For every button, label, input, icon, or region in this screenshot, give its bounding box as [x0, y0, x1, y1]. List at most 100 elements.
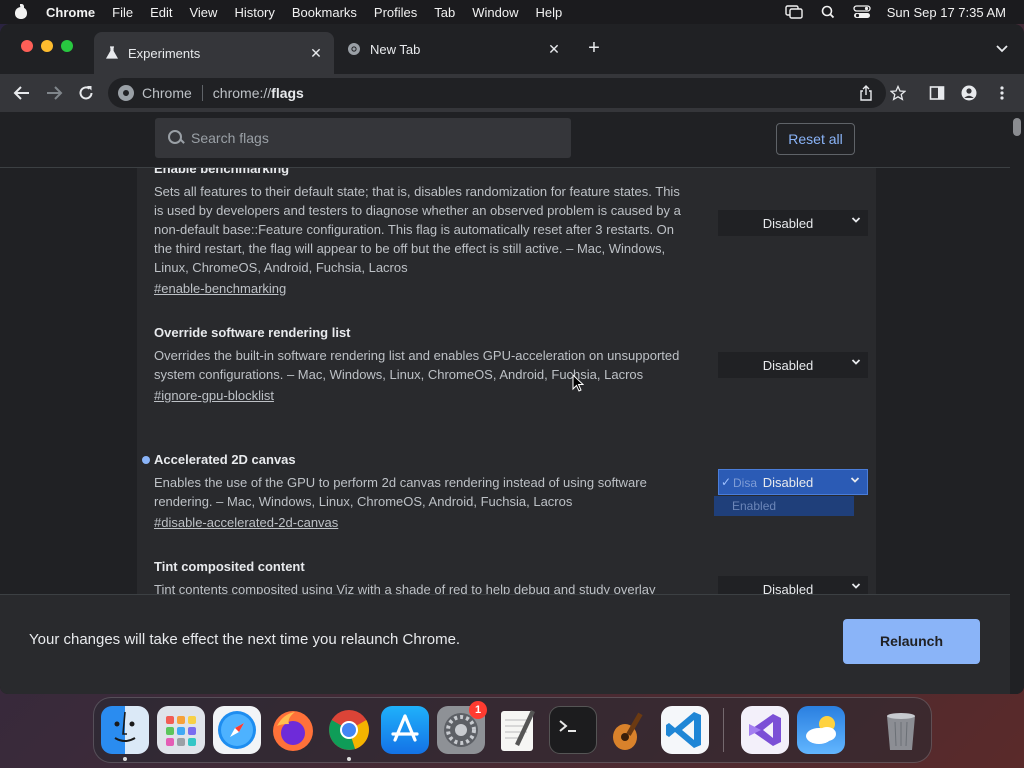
kebab-menu-icon[interactable]	[994, 85, 1010, 101]
control-center-icon[interactable]	[853, 5, 871, 19]
new-tab-plus-icon[interactable]: +	[584, 38, 604, 59]
screen-mirroring-icon[interactable]	[785, 5, 803, 19]
search-icon	[167, 129, 185, 147]
close-window-button[interactable]	[21, 40, 33, 52]
tab-new-tab[interactable]: New Tab ✕	[336, 32, 572, 66]
menu-bar-clock[interactable]: Sun Sep 17 7:35 AM	[887, 5, 1006, 20]
chrome-icon[interactable]	[325, 706, 373, 754]
weather-icon[interactable]	[797, 706, 845, 754]
app-store-icon[interactable]	[381, 706, 429, 754]
chrome-window: Experiments ✕ New Tab ✕ + Chrome chrome:…	[0, 24, 1024, 694]
flag-state-select[interactable]: Disabled	[718, 352, 868, 378]
scrollbar-thumb[interactable]	[1013, 118, 1021, 136]
share-icon[interactable]	[858, 85, 874, 101]
checkmark-icon: ✓	[721, 475, 732, 489]
flag-anchor-link[interactable]: #disable-accelerated-2d-canvas	[154, 513, 338, 532]
chrome-site-icon[interactable]	[118, 85, 134, 101]
menu-profiles[interactable]: Profiles	[374, 5, 417, 20]
chevron-down-icon	[850, 215, 862, 227]
chevron-down-icon	[849, 475, 861, 487]
flag-description: Overrides the built-in software renderin…	[154, 348, 680, 382]
search-flags-input[interactable]	[191, 130, 551, 146]
flag-anchor-link[interactable]: #enable-benchmarking	[154, 279, 286, 298]
trash-icon[interactable]	[877, 706, 925, 754]
terminal-icon[interactable]	[549, 706, 597, 754]
flags-header: Reset all	[0, 112, 1010, 168]
flag-title: Override software rendering list	[154, 325, 351, 340]
close-tab-icon[interactable]: ✕	[546, 41, 562, 57]
back-arrow-icon[interactable]	[8, 79, 36, 107]
flag-state-select[interactable]: Disabled	[718, 210, 868, 236]
chevron-down-icon	[850, 357, 862, 369]
menu-help[interactable]: Help	[536, 5, 563, 20]
spotlight-search-icon[interactable]	[819, 5, 837, 19]
scrollbar-track[interactable]	[1010, 112, 1024, 694]
profile-avatar-icon[interactable]	[961, 85, 977, 101]
chrome-icon	[346, 41, 362, 57]
menu-edit[interactable]: Edit	[150, 5, 172, 20]
flags-page: Reset all Enable benchmarking Sets all f…	[0, 112, 1024, 694]
notification-badge: 1	[469, 701, 487, 719]
menu-file[interactable]: File	[112, 5, 133, 20]
url-scheme: chrome://	[212, 85, 272, 101]
fullscreen-window-button[interactable]	[61, 40, 73, 52]
address-bar[interactable]: Chrome chrome:// flags	[108, 78, 886, 108]
flag-description: Enables the use of the GPU to perform 2d…	[154, 475, 647, 509]
flask-icon	[104, 45, 120, 61]
flag-state-select[interactable]: Disabled	[718, 576, 868, 594]
apple-icon[interactable]	[14, 4, 28, 20]
tab-experiments[interactable]: Experiments ✕	[94, 32, 334, 74]
flag-enable-benchmarking: Enable benchmarking Sets all features to…	[154, 168, 874, 298]
dock-separator	[723, 708, 724, 752]
menu-window[interactable]: Window	[472, 5, 518, 20]
menu-view[interactable]: View	[189, 5, 217, 20]
chevron-down-icon	[850, 581, 862, 593]
bookmark-star-icon[interactable]	[889, 84, 907, 101]
flag-ignore-gpu-blocklist: Override software rendering list Overrid…	[154, 324, 874, 405]
close-tab-icon[interactable]: ✕	[308, 45, 324, 61]
firefox-icon[interactable]	[269, 706, 317, 754]
reload-icon[interactable]	[72, 79, 100, 107]
menu-tab[interactable]: Tab	[434, 5, 455, 20]
flag-accelerated-2d-canvas: Accelerated 2D canvas Enables the use of…	[142, 451, 874, 532]
flag-title: Tint composited content	[154, 559, 305, 574]
flag-title: Enable benchmarking	[154, 168, 290, 176]
relaunch-button[interactable]: Relaunch	[843, 619, 980, 664]
flag-anchor-link[interactable]: #ignore-gpu-blocklist	[154, 386, 274, 405]
dock: 1	[93, 697, 932, 763]
menu-bar: Chrome File Edit View History Bookmarks …	[0, 0, 1024, 24]
site-chip-label: Chrome	[142, 85, 192, 101]
flag-description: Sets all features to their default state…	[154, 184, 681, 275]
dropdown-option-enabled[interactable]: Enabled	[714, 496, 854, 516]
garageband-icon[interactable]	[605, 706, 653, 754]
search-box[interactable]	[155, 118, 571, 158]
side-panel-icon[interactable]	[929, 85, 945, 101]
flag-description: Tint contents composited using Viz with …	[154, 582, 656, 594]
flag-tint-composited-content: Tint composited content Tint contents co…	[154, 558, 874, 594]
menu-bookmarks[interactable]: Bookmarks	[292, 5, 357, 20]
textedit-icon[interactable]	[493, 706, 541, 754]
forward-arrow-icon[interactable]	[40, 79, 68, 107]
vscode-icon[interactable]	[661, 706, 709, 754]
tab-strip: Experiments ✕ New Tab ✕ +	[0, 24, 1024, 74]
mouse-cursor-icon	[572, 374, 584, 392]
flags-list: Enable benchmarking Sets all features to…	[0, 168, 1010, 594]
flag-title: Accelerated 2D canvas	[154, 452, 296, 467]
safari-icon[interactable]	[213, 706, 261, 754]
flag-state-select[interactable]: ✓ Disa Disabled	[718, 469, 868, 495]
reset-all-button[interactable]: Reset all	[776, 123, 855, 155]
menu-app-name[interactable]: Chrome	[46, 5, 95, 20]
relaunch-message: Your changes will take effect the next t…	[29, 631, 461, 648]
minimize-window-button[interactable]	[41, 40, 53, 52]
modified-indicator-dot	[142, 456, 150, 464]
visual-studio-icon[interactable]	[741, 706, 789, 754]
relaunch-banner: Your changes will take effect the next t…	[0, 594, 1010, 694]
launchpad-icon[interactable]	[157, 706, 205, 754]
tab-title: Experiments	[128, 45, 201, 61]
menu-history[interactable]: History	[234, 5, 274, 20]
tab-search-chevron-icon[interactable]	[994, 40, 1010, 56]
tab-title: New Tab	[370, 41, 421, 57]
url-host: flags	[271, 85, 304, 101]
finder-icon[interactable]	[101, 706, 149, 754]
browser-toolbar: Chrome chrome:// flags	[0, 74, 1024, 112]
